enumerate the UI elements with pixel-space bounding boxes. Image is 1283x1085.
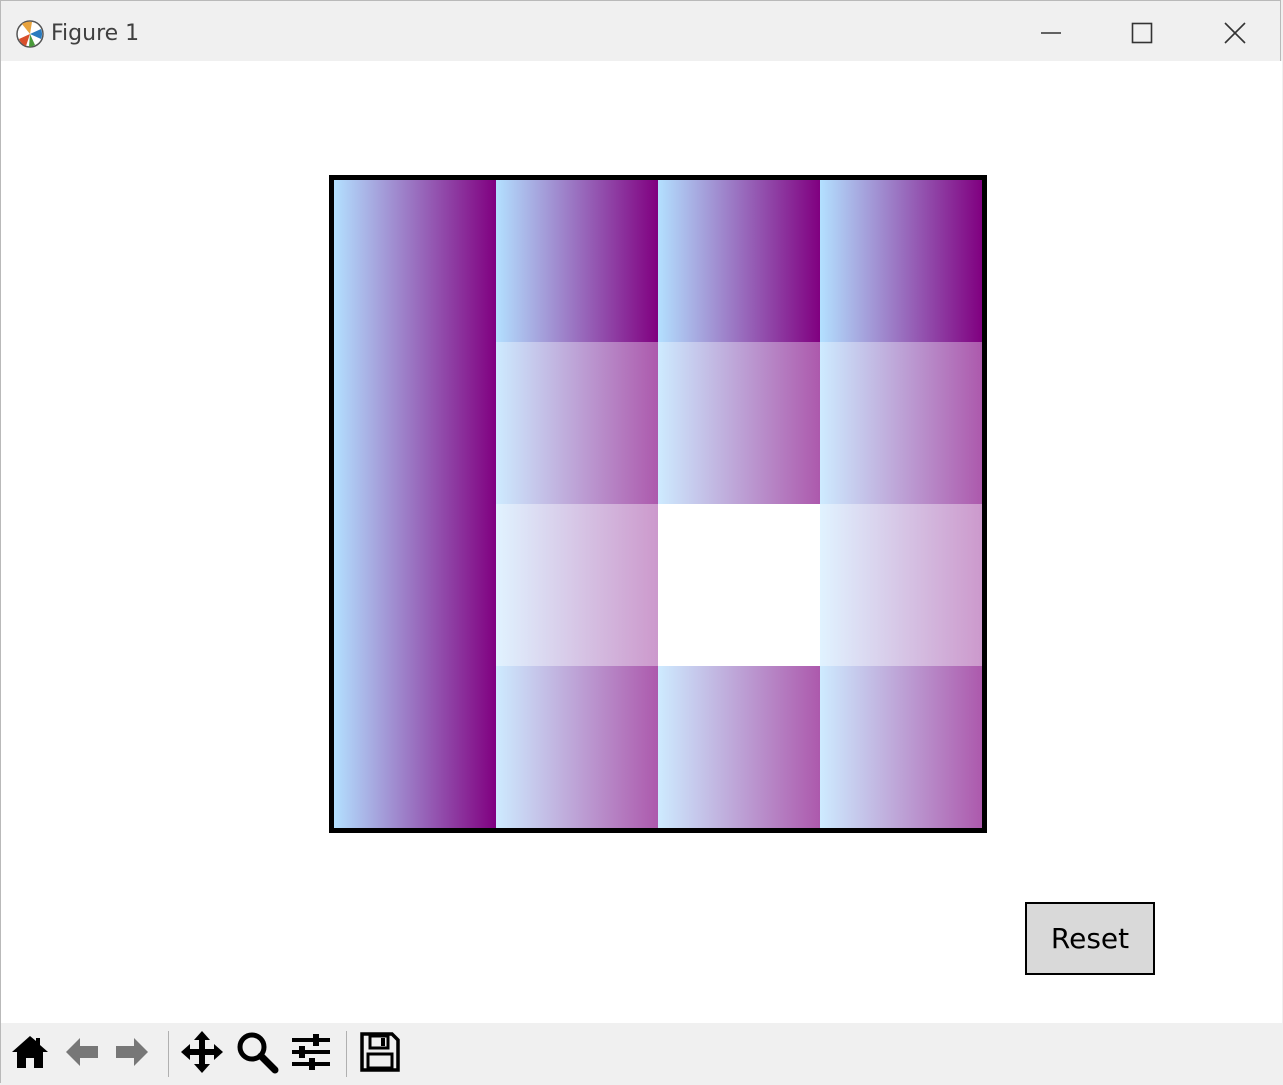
save-icon	[358, 1030, 402, 1078]
puzzle-tile[interactable]	[496, 666, 658, 828]
puzzle-tile[interactable]	[820, 504, 982, 666]
forward-button[interactable]	[109, 1031, 155, 1077]
puzzle-tile[interactable]	[496, 504, 658, 666]
navigation-toolbar	[1, 1023, 1282, 1084]
save-button[interactable]	[357, 1031, 403, 1077]
maximize-icon	[1131, 22, 1153, 44]
reset-button[interactable]: Reset	[1025, 902, 1155, 975]
zoom-icon	[235, 1030, 279, 1078]
back-icon	[62, 1032, 102, 1076]
configure-subplots-button[interactable]	[288, 1031, 334, 1077]
puzzle-grid	[329, 175, 987, 833]
figure-window: Figure 1 Reset	[0, 0, 1282, 1084]
puzzle-tile[interactable]	[820, 342, 982, 504]
puzzle-tile[interactable]	[820, 180, 982, 342]
zoom-button[interactable]	[234, 1031, 280, 1077]
pan-button[interactable]	[179, 1031, 225, 1077]
matplotlib-icon	[15, 19, 45, 49]
puzzle-tile[interactable]	[658, 666, 820, 828]
puzzle-tile[interactable]	[820, 666, 982, 828]
minimize-icon	[1040, 22, 1062, 44]
configure-subplots-icon	[289, 1030, 333, 1078]
puzzle-tile[interactable]	[658, 180, 820, 342]
window-title: Figure 1	[51, 21, 140, 46]
puzzle-tile[interactable]	[658, 342, 820, 504]
forward-icon	[112, 1032, 152, 1076]
close-icon	[1223, 21, 1247, 45]
title-bar[interactable]: Figure 1	[1, 1, 1280, 61]
figure-canvas[interactable]: Reset	[1, 61, 1282, 1023]
puzzle-tile[interactable]	[496, 180, 658, 342]
maximize-button[interactable]	[1112, 9, 1172, 57]
home-icon	[10, 1032, 50, 1076]
back-button[interactable]	[59, 1031, 105, 1077]
minimize-button[interactable]	[1021, 9, 1081, 57]
puzzle-tile-column[interactable]	[334, 180, 496, 828]
toolbar-separator	[346, 1031, 347, 1077]
close-button[interactable]	[1205, 9, 1265, 57]
puzzle-tile[interactable]	[496, 342, 658, 504]
home-button[interactable]	[7, 1031, 53, 1077]
pan-icon	[180, 1030, 224, 1078]
toolbar-separator	[168, 1031, 169, 1077]
